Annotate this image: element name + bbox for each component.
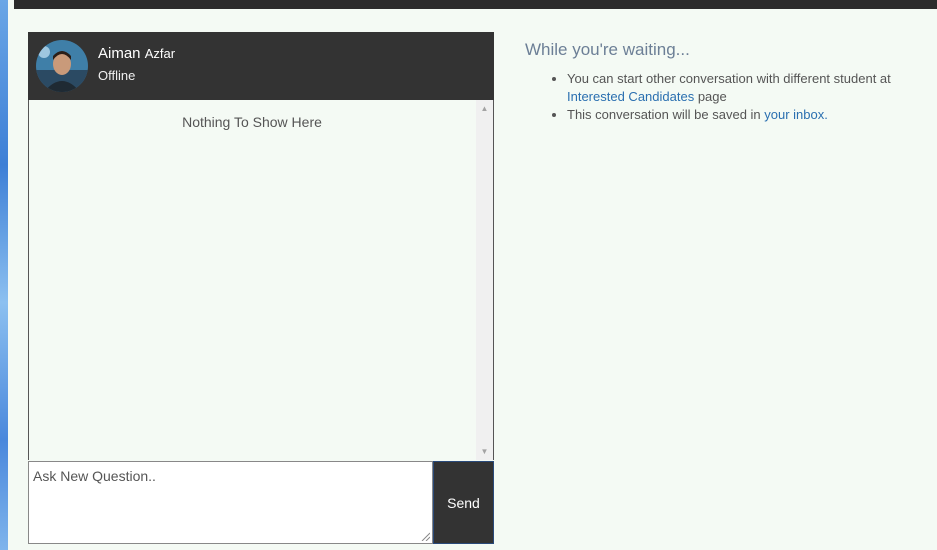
waiting-info-panel: While you're waiting... You can start ot… [525,40,935,124]
message-scrollbar[interactable]: ▲ ▼ [476,100,493,460]
scroll-down-icon[interactable]: ▼ [476,443,493,460]
empty-state-message: Nothing To Show Here [182,114,322,130]
info-item-text: This conversation will be saved in [567,107,765,122]
scroll-up-icon[interactable]: ▲ [476,100,493,117]
send-button[interactable]: Send [433,461,494,544]
info-item-interested-candidates: You can start other conversation with di… [567,70,935,106]
user-last-name: Azfar [144,46,176,61]
info-title: While you're waiting... [525,40,690,59]
interested-candidates-link[interactable]: Interested Candidates [567,89,694,104]
message-composer: Send [28,461,494,544]
chat-user-name: Aiman Azfar [98,45,175,62]
user-status: Offline [98,68,136,83]
your-inbox-link[interactable]: your inbox. [764,107,828,122]
chat-header: Aiman Azfar Offline [28,32,494,100]
avatar-image [36,40,88,92]
message-list[interactable]: Nothing To Show Here ▲ ▼ [28,100,494,460]
top-navbar [14,0,937,9]
question-input[interactable] [28,461,433,544]
resize-grip-icon[interactable] [420,531,430,541]
background-edge [0,0,8,550]
avatar[interactable] [36,40,88,92]
user-first-name: Aiman [98,45,141,62]
info-list: You can start other conversation with di… [525,70,935,124]
info-item-inbox: This conversation will be saved in your … [567,106,935,124]
info-item-text: You can start other conversation with di… [567,71,891,86]
info-item-text: page [694,89,727,104]
